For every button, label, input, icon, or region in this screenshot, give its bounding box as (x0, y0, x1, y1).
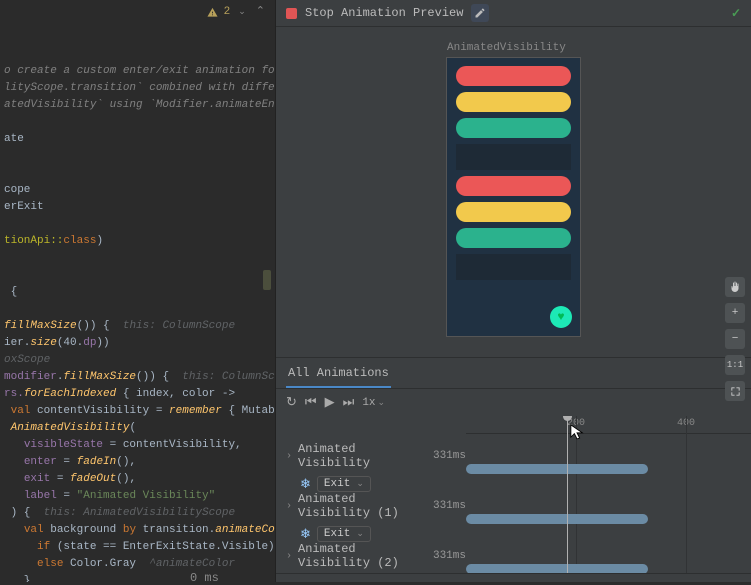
anim-tabbar: All Animations (276, 358, 751, 389)
chevron-down-icon: ⌄ (356, 529, 364, 539)
freeze-button[interactable]: ❄ (300, 527, 311, 542)
fab-favorite[interactable]: ♥ (550, 306, 572, 328)
timeline-bar[interactable] (466, 514, 648, 524)
edit-button[interactable] (471, 4, 489, 22)
heart-icon: ♥ (557, 310, 564, 324)
track-name: Animated Visibility (2) (298, 542, 427, 570)
preview-title[interactable]: Stop Animation Preview (305, 6, 463, 20)
restart-button[interactable]: ↻ (286, 395, 297, 410)
timeline-bar[interactable] (466, 464, 648, 474)
track-header[interactable]: › Animated Visibility 331ms (286, 442, 466, 470)
track: › Animated Visibility 331ms ❄ Exit ⌄ (286, 442, 466, 492)
chevron-down-icon: ⌄ (356, 479, 364, 489)
stop-icon[interactable] (286, 8, 297, 19)
play-button[interactable]: ▶ (325, 395, 335, 410)
skip-end-button[interactable]: ⏭ (343, 395, 355, 410)
speed-dropdown[interactable]: 1x⌄ (362, 397, 385, 409)
track-duration: 331ms (433, 500, 466, 512)
track-name: Animated Visibility (298, 442, 427, 470)
color-bar (456, 254, 571, 280)
warning-icon (207, 7, 218, 18)
color-bar (456, 66, 571, 86)
device-frame: AnimatedVisibility ♥ (446, 57, 581, 337)
track-header[interactable]: › Animated Visibility (2) 331ms (286, 542, 466, 570)
state-dropdown[interactable]: Exit ⌄ (317, 476, 371, 492)
freeze-button[interactable]: ❄ (300, 477, 311, 492)
zoom-in-button[interactable]: + (725, 303, 745, 323)
pan-tool-button[interactable] (725, 277, 745, 297)
hand-icon (729, 281, 741, 293)
track-name: Animated Visibility (1) (298, 492, 427, 520)
fold-marker[interactable] (263, 270, 271, 290)
track-header[interactable]: › Animated Visibility (1) 331ms (286, 492, 466, 520)
code-editor[interactable]: 2 ⌄ ⌃ o create a custom enter/exit anima… (0, 0, 275, 582)
editor-inspection-bar: 2 ⌄ ⌃ (197, 0, 275, 25)
chevron-right-icon: › (286, 551, 292, 562)
expand-icon (730, 386, 741, 397)
timeline[interactable]: 2004006008001000 ›Animated Visibility331… (276, 416, 751, 573)
code-block: o create a custom enter/exit animation f… (4, 6, 275, 582)
zoom-out-button[interactable]: − (725, 329, 745, 349)
zoom-reset-button[interactable]: 1:1 (725, 355, 745, 375)
preview-tool-column: + − 1:1 (725, 277, 745, 401)
color-bar (456, 228, 571, 248)
state-dropdown[interactable]: Exit ⌄ (317, 526, 371, 542)
preview-canvas[interactable]: AnimatedVisibility ♥ + − 1:1 (276, 27, 751, 357)
animation-panel: All Animations ↻ ⏮ ▶ ⏭ 1x⌄ 2004006008001… (276, 357, 751, 582)
playhead[interactable] (567, 416, 568, 573)
chevron-right-icon: › (286, 451, 292, 462)
track: ›Animated Visibility (2)331ms❄Exit ⌄ (286, 542, 466, 573)
preview-toolbar: Stop Animation Preview ✓ (276, 0, 751, 27)
color-bar (456, 202, 571, 222)
color-bar (456, 144, 571, 170)
warning-count: 2 (224, 4, 231, 21)
chevron-down-icon[interactable]: ⌄ (238, 4, 246, 21)
timeline-bar[interactable] (466, 564, 648, 573)
mouse-cursor (570, 424, 584, 442)
track-duration: 331ms (433, 450, 466, 462)
device-label: AnimatedVisibility (447, 42, 566, 54)
footer-time-zero: 0 ms (190, 571, 219, 585)
track: › Animated Visibility (1) 331ms ❄ Exit ⌄ (286, 492, 466, 542)
skip-start-button[interactable]: ⏮ (305, 395, 317, 410)
track-duration: 331ms (433, 550, 466, 562)
timeline-footer: 0 ms (276, 573, 751, 582)
color-bar (456, 118, 571, 138)
fit-screen-button[interactable] (725, 381, 745, 401)
pencil-icon (474, 7, 486, 19)
color-bar (456, 176, 571, 196)
chevron-right-icon: › (286, 501, 292, 512)
tab-all-animations[interactable]: All Animations (286, 360, 391, 388)
playback-controls: ↻ ⏮ ▶ ⏭ 1x⌄ (276, 389, 751, 416)
status-ok-icon: ✓ (731, 6, 741, 21)
color-bar (456, 92, 571, 112)
chevron-down-icon: ⌄ (378, 398, 386, 408)
